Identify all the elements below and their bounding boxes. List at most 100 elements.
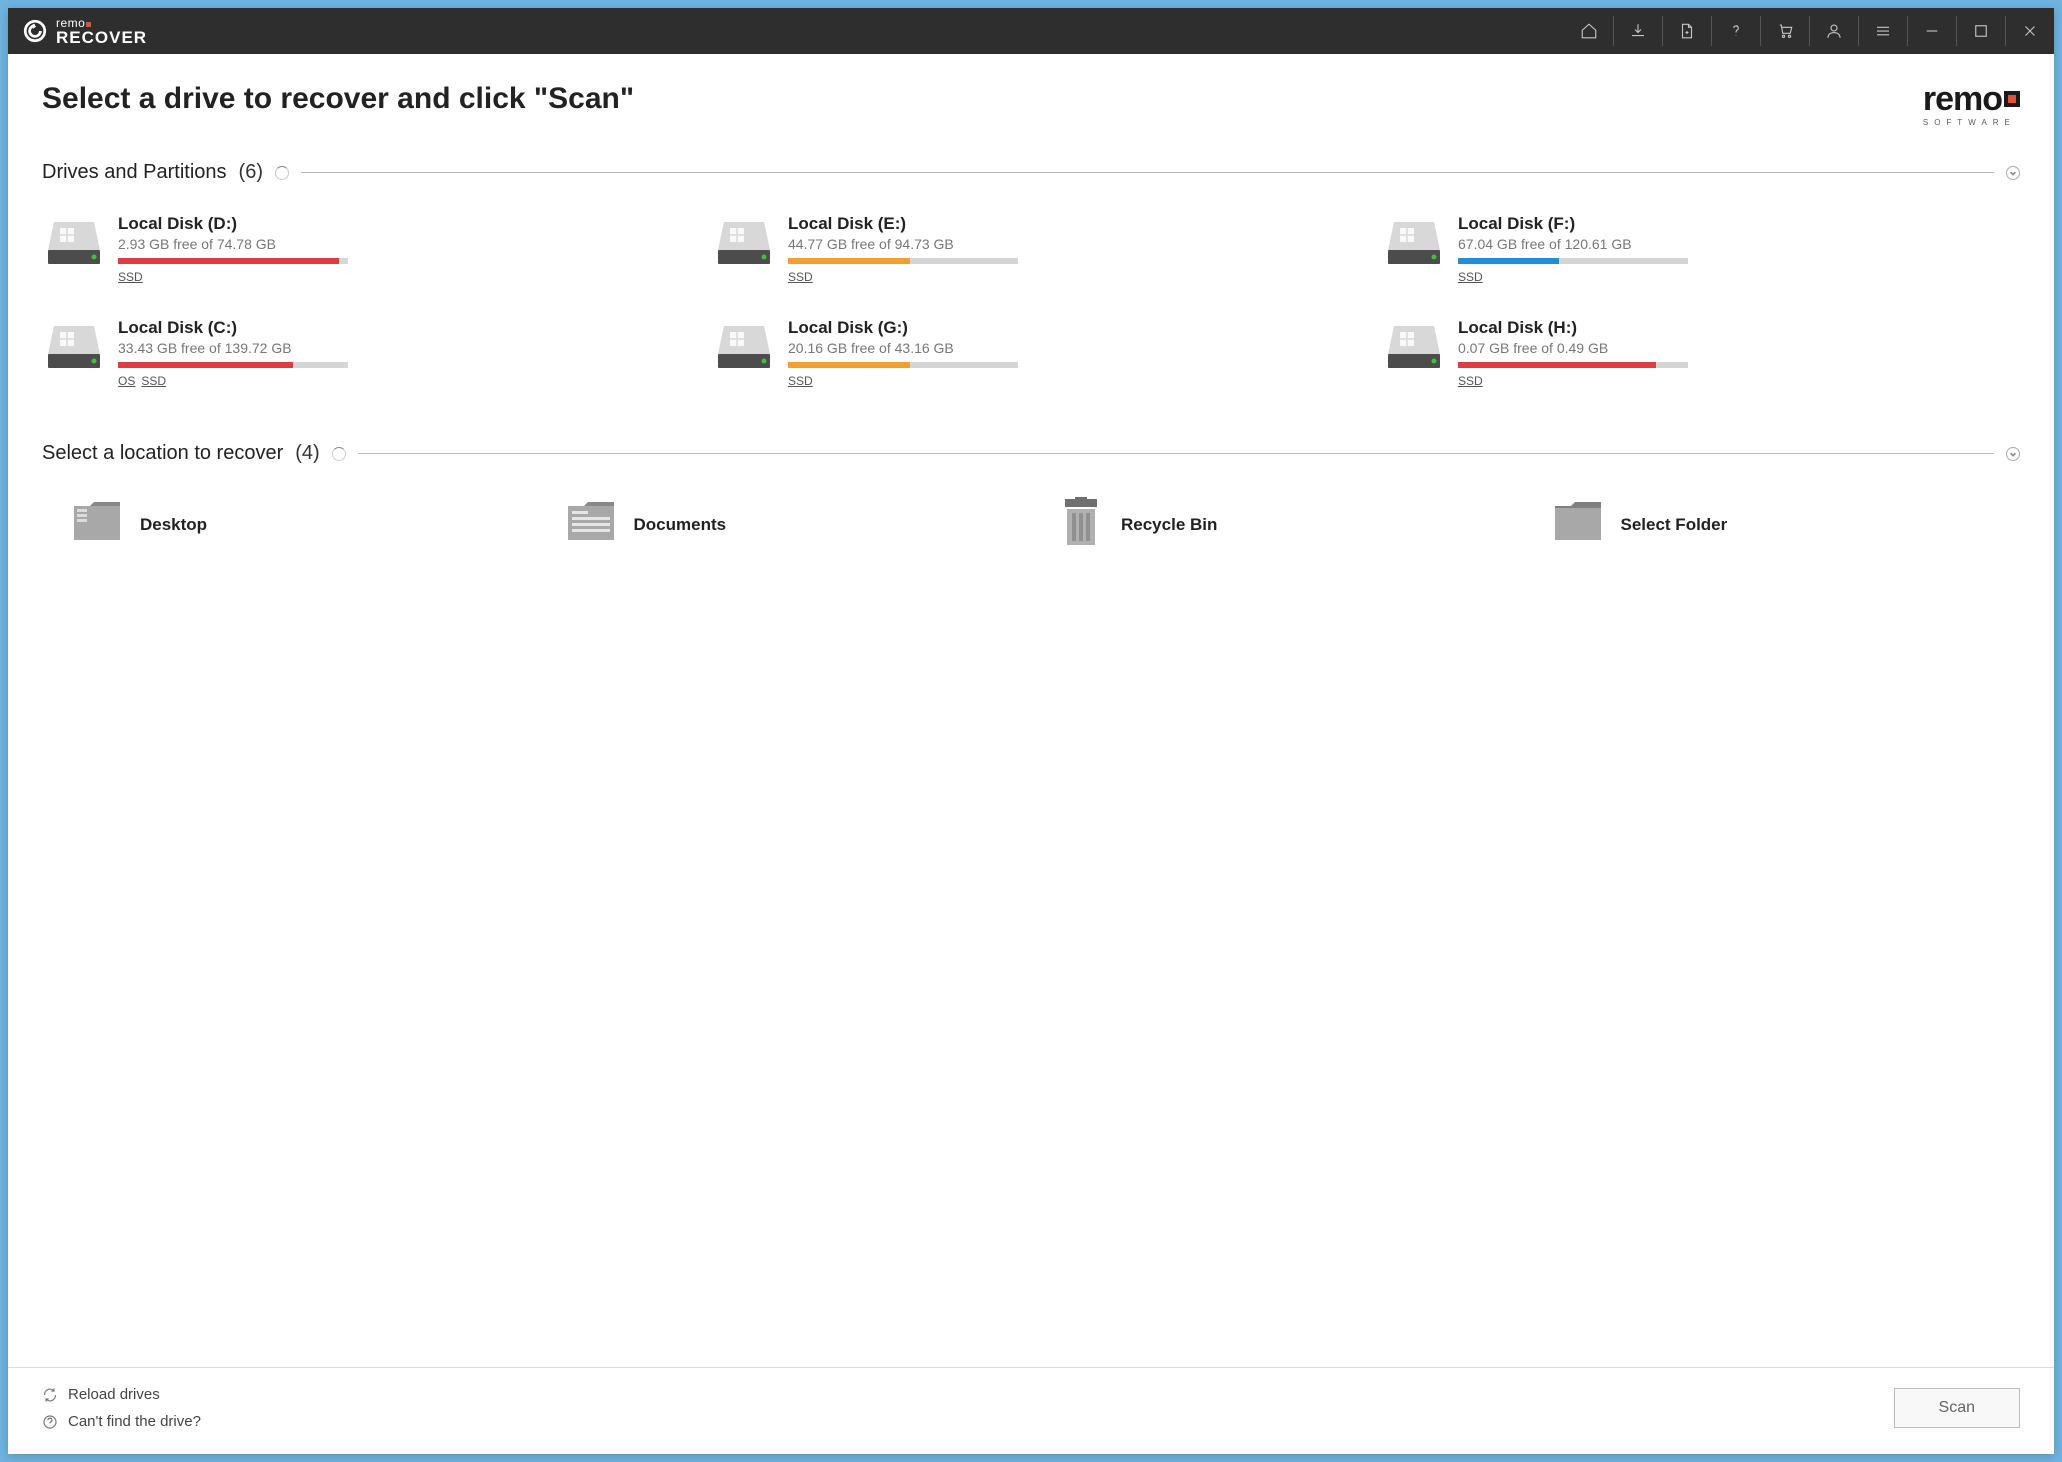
title-bar: remo RECOVER [8,8,2054,54]
drive-free-text: 2.93 GB free of 74.78 GB [118,236,676,252]
section-divider [301,172,1994,173]
drive-icon [1386,318,1442,374]
drive-icon [46,318,102,374]
locations-list: Desktop Documents Recycle Bin Select Folder [42,491,2020,558]
locations-section-header: Select a location to recover (4) [42,442,2020,465]
drive-item[interactable]: Local Disk (F:) 67.04 GB free of 120.61 G… [1382,210,2020,288]
drive-tags: SSD [1458,374,2016,388]
usage-bar [1458,362,1688,368]
drives-count: (6) [239,161,263,184]
location-name: Select Folder [1621,515,1728,535]
drive-item[interactable]: Local Disk (E:) 44.77 GB free of 94.73 GB… [712,210,1350,288]
collapse-drives-button[interactable] [2006,166,2020,180]
drive-free-text: 0.07 GB free of 0.49 GB [1458,340,2016,356]
usage-bar [788,362,1018,368]
help-circle-icon [42,1414,58,1430]
location-name: Documents [634,515,727,535]
usage-fill [788,362,910,368]
folder-icon [1553,500,1603,549]
titlebar-actions [1565,8,2054,54]
section-divider [358,453,1994,454]
drive-tag: SSD [1458,270,1483,284]
brand-dot-icon [86,22,91,27]
usage-bar [118,362,348,368]
drive-free-text: 44.77 GB free of 94.73 GB [788,236,1346,252]
location-item[interactable]: Documents [560,491,1034,558]
drive-tag: SSD [1458,374,1483,388]
collapse-locations-button[interactable] [2006,447,2020,461]
cart-button[interactable] [1761,8,1809,54]
drive-item[interactable]: Local Disk (C:) 33.43 GB free of 139.72 G… [42,314,680,392]
reload-drives-link[interactable]: Reload drives [42,1386,201,1403]
main-content: Select a drive to recover and click "Sca… [8,54,2054,1367]
drive-item[interactable]: Local Disk (G:)20.16 GB free of 43.16 GB… [712,314,1350,392]
location-item[interactable]: Desktop [66,491,540,558]
app-logo: remo RECOVER [22,17,147,46]
scan-button[interactable]: Scan [1894,1388,2020,1428]
drive-tag: SSD [788,374,813,388]
brand-bottom-text: RECOVER [56,29,147,46]
usage-fill [118,258,339,264]
location-item[interactable]: Recycle Bin [1053,491,1527,558]
drive-tags: OSSSD [118,374,676,388]
loading-spinner-icon [332,447,346,461]
new-session-button[interactable] [1663,8,1711,54]
drive-tag: OS [118,374,135,388]
drive-name: Local Disk (D:) [118,214,676,234]
documents-icon [566,500,616,549]
drive-item[interactable]: Local Disk (H:) 0.07 GB free of 0.49 GB SS… [1382,314,2020,392]
brand-square-icon [2004,91,2020,107]
help-label: Can't find the drive? [68,1413,201,1430]
brand-logo: remo SOFTWARE [1923,82,2020,127]
drives-section-title: Drives and Partitions [42,161,227,184]
usage-fill [118,362,293,368]
desktop-icon [72,500,122,549]
usage-fill [1458,258,1559,264]
usage-bar [788,258,1018,264]
drive-free-text: 33.43 GB free of 139.72 GB [118,340,676,356]
close-button[interactable] [2006,8,2054,54]
cant-find-drive-link[interactable]: Can't find the drive? [42,1413,201,1430]
brand-subtitle: SOFTWARE [1923,118,2020,127]
drive-name: Local Disk (C:) [118,318,676,338]
help-button[interactable] [1712,8,1760,54]
loading-spinner-icon [275,166,289,180]
usage-fill [788,258,910,264]
drive-tag: SSD [118,270,143,284]
drive-icon [1386,214,1442,270]
page-title: Select a drive to recover and click "Sca… [42,82,634,116]
home-button[interactable] [1565,8,1613,54]
usage-fill [1458,362,1656,368]
import-button[interactable] [1614,8,1662,54]
app-window: remo RECOVER S [8,8,2054,1454]
footer: Reload drives Can't find the drive? Scan [8,1367,2054,1454]
drive-name: Local Disk (E:) [788,214,1346,234]
menu-button[interactable] [1859,8,1907,54]
maximize-button[interactable] [1957,8,2005,54]
drive-name: Local Disk (H:) [1458,318,2016,338]
drives-section-header: Drives and Partitions (6) [42,161,2020,184]
drive-free-text: 67.04 GB free of 120.61 GB [1458,236,2016,252]
usage-bar [118,258,348,264]
reload-label: Reload drives [68,1386,160,1403]
location-item[interactable]: Select Folder [1547,491,2021,558]
refresh-icon [42,1387,58,1403]
drive-name: Local Disk (F:) [1458,214,2016,234]
trash-icon [1059,497,1103,552]
drive-icon [716,214,772,270]
drive-tags: SSD [118,270,676,284]
drive-icon [716,318,772,374]
location-name: Desktop [140,515,207,535]
recover-icon [22,18,48,44]
drive-icon [46,214,102,270]
drive-item[interactable]: Local Disk (D:) 2.93 GB free of 74.78 GB S… [42,210,680,288]
account-button[interactable] [1810,8,1858,54]
brand-text: remo [1923,82,2002,116]
usage-bar [1458,258,1688,264]
drive-tags: SSD [788,374,1346,388]
locations-count: (4) [295,442,319,465]
minimize-button[interactable] [1908,8,1956,54]
location-name: Recycle Bin [1121,515,1217,535]
drive-tags: SSD [788,270,1346,284]
drive-tags: SSD [1458,270,2016,284]
